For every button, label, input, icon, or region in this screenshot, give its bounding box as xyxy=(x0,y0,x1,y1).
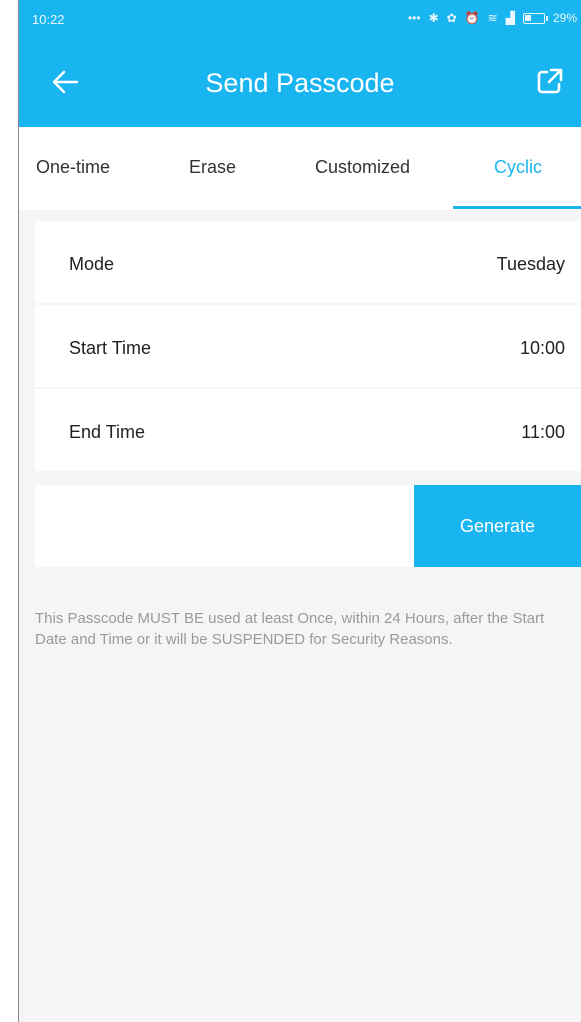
settings-list: Mode Tuesday Start Time 10:00 End Time 1… xyxy=(35,221,581,473)
status-time: 10:22 xyxy=(32,12,65,27)
tab-cyclic[interactable]: Cyclic xyxy=(494,157,542,178)
bluetooth-icon: ✱ xyxy=(428,11,439,25)
app-screen: 10:22 ••• ✱ ✿ ⏰ ≋ ▟ 29% Send Passcode On… xyxy=(19,0,581,1022)
active-tab-indicator xyxy=(453,206,581,209)
mode-row[interactable]: Mode Tuesday xyxy=(35,221,581,303)
page-title: Send Passcode xyxy=(205,68,395,98)
tab-erase[interactable]: Erase xyxy=(189,157,236,178)
battery-percent: 29% xyxy=(552,11,577,25)
external-link-icon xyxy=(537,68,563,94)
start-time-value: 10:00 xyxy=(519,338,565,358)
settings-status-icon: ✿ xyxy=(446,11,457,25)
more-dots-icon: ••• xyxy=(407,11,421,25)
start-time-row[interactable]: Start Time 10:00 xyxy=(35,305,581,387)
alarm-icon: ⏰ xyxy=(464,11,480,25)
status-icons: ••• ✱ ✿ ⏰ ≋ ▟ 29% xyxy=(408,11,577,25)
start-time-label: Start Time xyxy=(69,338,152,358)
mode-tabs: One-time Erase Customized Cyclic xyxy=(19,127,581,210)
tab-customized[interactable]: Customized xyxy=(315,157,410,178)
tab-one-time[interactable]: One-time xyxy=(36,157,110,178)
end-time-value: 11:00 xyxy=(521,422,565,442)
wifi-icon: ≋ xyxy=(487,11,498,25)
passcode-output-row: Generate xyxy=(35,485,581,567)
generate-button[interactable]: Generate xyxy=(414,485,581,567)
navigation-bar: Send Passcode xyxy=(19,40,581,127)
passcode-notice: This Passcode MUST BE used at least Once… xyxy=(35,610,545,648)
status-bar: 10:22 ••• ✱ ✿ ⏰ ≋ ▟ 29% xyxy=(19,0,581,40)
battery-icon xyxy=(522,12,548,24)
device-frame: 10:22 ••• ✱ ✿ ⏰ ≋ ▟ 29% Send Passcode On… xyxy=(0,0,581,1022)
signal-icon: ▟ xyxy=(505,11,515,25)
share-button[interactable] xyxy=(533,64,567,98)
mode-value: Tuesday xyxy=(496,254,565,274)
top-bar: 10:22 ••• ✱ ✿ ⏰ ≋ ▟ 29% Send Passcode xyxy=(19,0,581,127)
end-time-label: End Time xyxy=(69,422,146,442)
end-time-row[interactable]: End Time 11:00 xyxy=(35,389,581,471)
mode-label: Mode xyxy=(69,254,115,274)
